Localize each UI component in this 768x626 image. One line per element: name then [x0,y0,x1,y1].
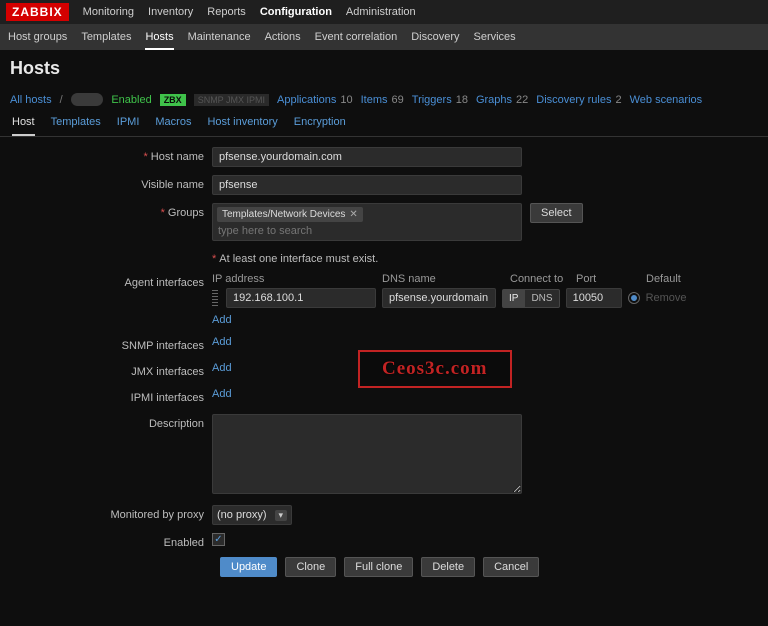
host-name-input[interactable] [212,147,522,167]
description-label: Description [0,414,212,430]
host-pill[interactable] [71,93,104,106]
filter-triggers[interactable]: Triggers [412,94,452,106]
tab-encryption[interactable]: Encryption [294,116,346,136]
subnav-event-correlation[interactable]: Event correlation [315,31,398,43]
count-triggers: 18 [456,94,468,106]
group-tag-label: Templates/Network Devices [222,209,345,220]
add-agent-interface-link[interactable]: Add [212,314,232,326]
tab-ipmi[interactable]: IPMI [117,116,140,136]
sub-nav: Host groups Templates Hosts Maintenance … [0,24,768,50]
watermark: Ceos3c.com [358,350,512,388]
add-snmp-interface-link[interactable]: Add [212,336,232,348]
enabled-checkbox[interactable] [212,533,225,546]
filter-items[interactable]: Items [361,94,388,106]
drag-handle-icon[interactable] [212,290,218,306]
cancel-button[interactable]: Cancel [483,557,539,577]
full-clone-button[interactable]: Full clone [344,557,413,577]
default-radio[interactable] [628,292,640,304]
agent-port-input[interactable] [566,288,622,308]
subnav-discovery[interactable]: Discovery [411,31,459,43]
update-button[interactable]: Update [220,557,277,577]
filter-graphs[interactable]: Graphs [476,94,512,106]
col-ip: IP address [212,273,382,285]
add-ipmi-interface-link[interactable]: Add [212,388,232,400]
host-tabs: Host Templates IPMI Macros Host inventor… [0,110,768,137]
visible-name-input[interactable] [212,175,522,195]
page-title: Hosts [0,50,768,89]
connect-ip[interactable]: IP [502,289,524,308]
groups-label: *Groups [0,203,212,219]
interface-hint: *At least one interface must exist. [212,253,748,265]
snmp-interfaces-label: SNMP interfaces [0,336,212,352]
monitored-by-value: (no proxy) [217,509,267,521]
monitored-by-select[interactable]: (no proxy) ▾ [212,505,292,525]
nav-inventory[interactable]: Inventory [148,6,193,18]
tab-host-inventory[interactable]: Host inventory [207,116,277,136]
count-items: 69 [392,94,404,106]
groups-box[interactable]: Templates/Network Devices ✕ [212,203,522,241]
nav-monitoring[interactable]: Monitoring [83,6,134,18]
breadcrumb-sep: / [60,94,63,106]
col-dns: DNS name [382,273,510,285]
clone-button[interactable]: Clone [285,557,336,577]
col-port: Port [576,273,646,285]
tab-macros[interactable]: Macros [155,116,191,136]
tab-host[interactable]: Host [12,116,35,136]
status-enabled: Enabled [111,94,151,106]
subnav-maintenance[interactable]: Maintenance [188,31,251,43]
agent-ip-input[interactable] [226,288,376,308]
remove-group-icon[interactable]: ✕ [349,209,357,220]
filter-web-scenarios[interactable]: Web scenarios [630,94,703,106]
add-jmx-interface-link[interactable]: Add [212,362,232,374]
subnav-host-groups[interactable]: Host groups [8,31,67,43]
col-default: Default [646,273,681,285]
top-nav: ZABBIX Monitoring Inventory Reports Conf… [0,0,768,24]
button-row: Update Clone Full clone Delete Cancel [0,557,768,577]
all-hosts-link[interactable]: All hosts [10,94,52,106]
delete-button[interactable]: Delete [421,557,475,577]
chevron-down-icon: ▾ [275,510,288,521]
count-graphs: 22 [516,94,528,106]
ipmi-interfaces-label: IPMI interfaces [0,388,212,404]
agent-interface-row: IP DNS Remove [212,288,748,308]
groups-search-input[interactable] [217,222,507,238]
subnav-actions[interactable]: Actions [265,31,301,43]
connect-dns[interactable]: DNS [524,289,559,308]
nav-configuration[interactable]: Configuration [260,6,332,18]
filter-applications[interactable]: Applications [277,94,336,106]
subnav-hosts[interactable]: Hosts [145,31,173,50]
count-applications: 10 [340,94,352,106]
select-groups-button[interactable]: Select [530,203,583,223]
description-textarea[interactable] [212,414,522,494]
other-badges: SNMP JMX IPMI [194,94,269,106]
monitored-by-label: Monitored by proxy [0,505,212,521]
agent-dns-input[interactable] [382,288,496,308]
group-tag: Templates/Network Devices ✕ [217,207,363,222]
nav-administration[interactable]: Administration [346,6,416,18]
subnav-services[interactable]: Services [474,31,516,43]
remove-interface-link: Remove [646,292,687,304]
zbx-badge: ZBX [160,94,186,106]
logo: ZABBIX [6,3,69,21]
host-name-label: *Host name [0,147,212,163]
filter-discovery-rules[interactable]: Discovery rules [536,94,611,106]
tab-templates[interactable]: Templates [51,116,101,136]
agent-interfaces-label: Agent interfaces [0,273,212,289]
subnav-templates[interactable]: Templates [81,31,131,43]
enabled-label: Enabled [0,533,212,549]
nav-reports[interactable]: Reports [207,6,246,18]
visible-name-label: Visible name [0,175,212,191]
filter-row: All hosts / Enabled ZBX SNMP JMX IPMI Ap… [0,89,768,110]
count-discovery: 2 [615,94,621,106]
col-connect: Connect to [510,273,576,285]
jmx-interfaces-label: JMX interfaces [0,362,212,378]
connect-to-toggle[interactable]: IP DNS [502,289,560,308]
